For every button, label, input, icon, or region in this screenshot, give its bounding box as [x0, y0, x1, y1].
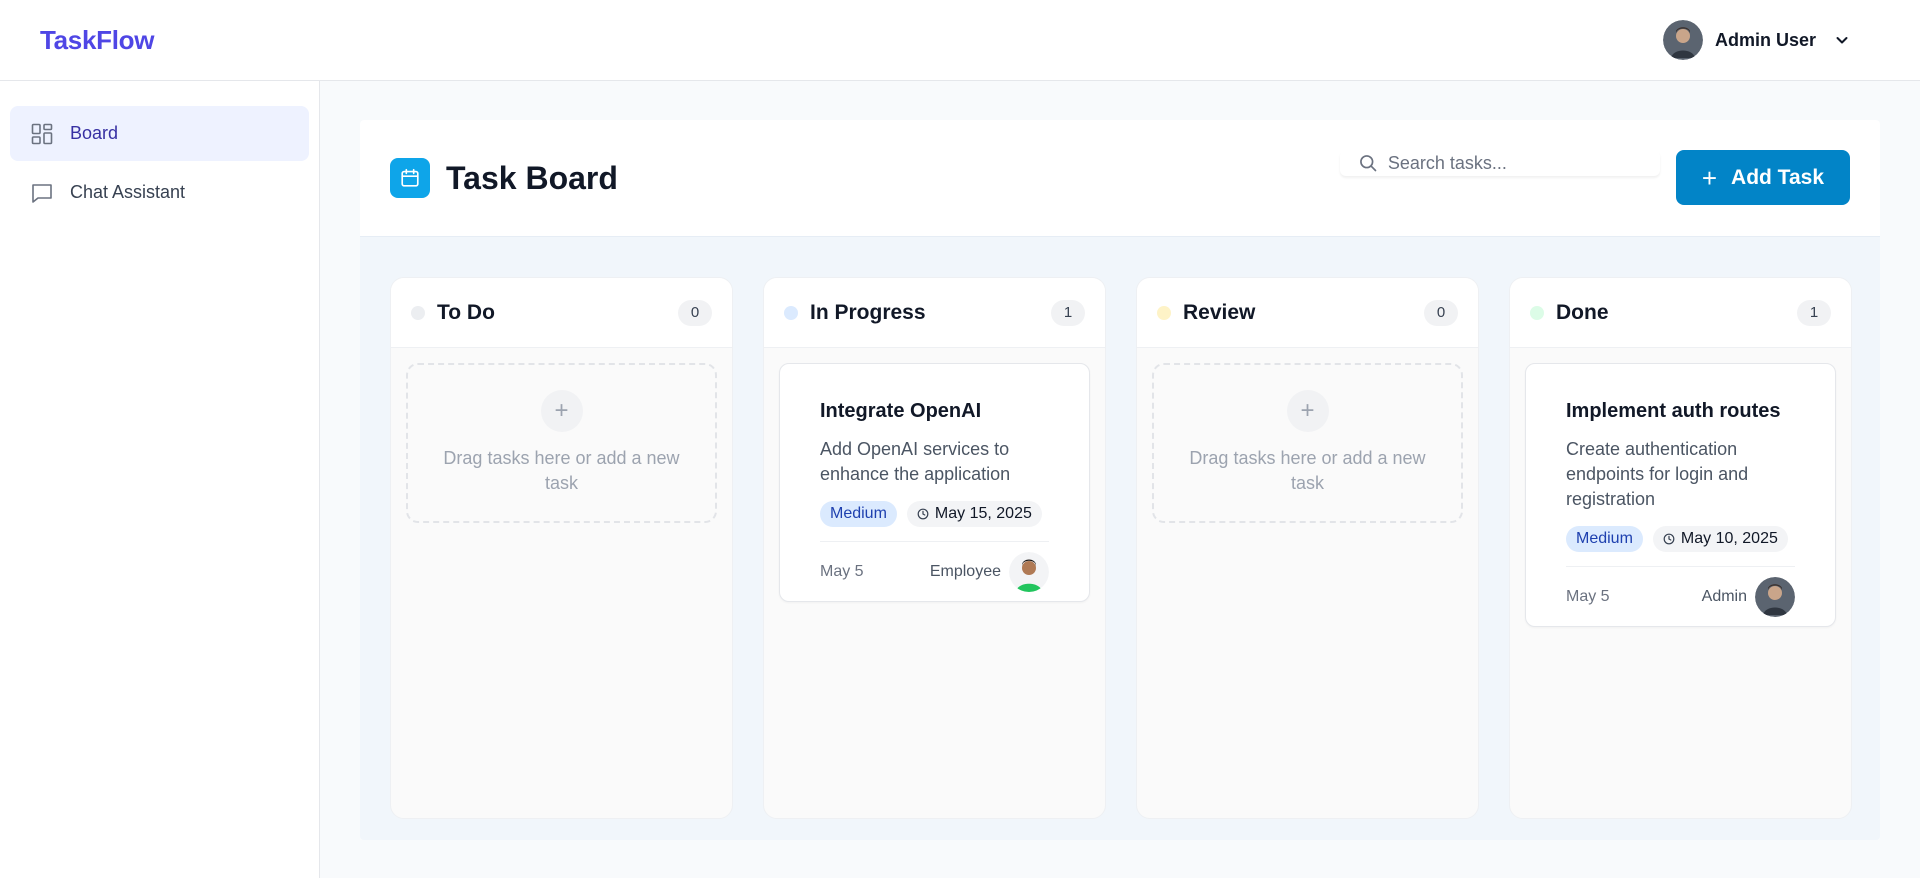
- sidebar-item-chat-assistant[interactable]: Chat Assistant: [10, 165, 309, 220]
- empty-dropzone[interactable]: + Drag tasks here or add a new task: [1152, 363, 1463, 523]
- created-date: May 5: [1566, 587, 1610, 605]
- column-title: Done: [1556, 300, 1609, 324]
- board-actions: + Add Task: [1339, 150, 1850, 206]
- status-dot: [1157, 305, 1171, 320]
- task-footer: May 5 Admin: [1566, 566, 1795, 626]
- assignee: Admin: [1701, 576, 1795, 617]
- due-date: May 15, 2025: [934, 505, 1032, 522]
- assignee-avatar: [1009, 551, 1049, 592]
- board-columns: To Do 0 + Drag tasks here or add a new t…: [390, 277, 1852, 819]
- column-body: + Drag tasks here or add a new task: [1137, 348, 1478, 538]
- sidebar-item-label: Board: [70, 123, 119, 143]
- column-header: To Do 0: [391, 278, 732, 348]
- column-header: Done 1: [1510, 278, 1851, 348]
- column-body: + Drag tasks here or add a new task: [391, 348, 732, 538]
- column-header: In Progress 1: [764, 278, 1105, 348]
- calendar-icon: [390, 158, 430, 198]
- user-menu[interactable]: Admin User: [1662, 20, 1850, 60]
- user-name: Admin User: [1714, 29, 1816, 50]
- assignee: Employee: [929, 551, 1049, 592]
- search-box[interactable]: [1339, 150, 1660, 176]
- due-date-badge: May 15, 2025: [906, 501, 1042, 527]
- column-count-badge: 1: [1051, 299, 1085, 326]
- column-in-progress[interactable]: In Progress 1 Integrate OpenAI Add OpenA…: [763, 277, 1106, 819]
- task-board-panel: Task Board + Add Task To Do 0: [360, 120, 1880, 840]
- board-header: Task Board + Add Task: [360, 120, 1880, 237]
- clock-icon: [1663, 533, 1675, 545]
- sidebar-item-label: Chat Assistant: [70, 182, 186, 202]
- sidebar-item-board[interactable]: Board: [10, 106, 309, 161]
- priority-badge: Medium: [820, 501, 897, 527]
- dropzone-text: Drag tasks here or add a new task: [443, 448, 680, 493]
- clock-icon: [917, 508, 929, 520]
- plus-icon: +: [1701, 162, 1718, 193]
- assignee-name: Employee: [929, 562, 1001, 580]
- user-avatar: [1662, 20, 1703, 60]
- chat-icon: [32, 183, 52, 203]
- status-dot: [411, 305, 425, 320]
- column-count-badge: 0: [1424, 299, 1458, 326]
- task-description: Create authentication endpoints for logi…: [1566, 439, 1749, 509]
- task-footer: May 5 Employee: [820, 541, 1049, 601]
- search-icon: [1359, 155, 1377, 172]
- assignee-name: Admin: [1701, 587, 1747, 605]
- add-task-button[interactable]: + Add Task: [1675, 150, 1850, 205]
- task-description: Add OpenAI services to enhance the appli…: [820, 439, 1011, 484]
- chevron-down-icon: [1836, 37, 1848, 44]
- column-count-badge: 0: [678, 299, 712, 326]
- sidebar: Board Chat Assistant: [0, 81, 320, 878]
- priority-badge: Medium: [1566, 526, 1643, 552]
- title-group: Task Board: [390, 158, 618, 198]
- due-date: May 10, 2025: [1680, 530, 1778, 547]
- plus-icon[interactable]: +: [1286, 390, 1329, 432]
- add-task-label: Add Task: [1731, 165, 1824, 189]
- task-card[interactable]: Integrate OpenAI Add OpenAI services to …: [779, 363, 1090, 602]
- task-card[interactable]: Implement auth routes Create authenticat…: [1525, 363, 1836, 627]
- grid-icon: [31, 123, 53, 144]
- brand-logo[interactable]: TaskFlow: [40, 25, 154, 56]
- column-title: Review: [1183, 300, 1256, 324]
- search-input[interactable]: [1387, 152, 1642, 174]
- column-title: To Do: [437, 300, 495, 324]
- column-review[interactable]: Review 0 + Drag tasks here or add a new …: [1136, 277, 1479, 819]
- task-title: Integrate OpenAI: [820, 400, 982, 422]
- created-date: May 5: [820, 562, 864, 580]
- column-header: Review 0: [1137, 278, 1478, 348]
- column-todo[interactable]: To Do 0 + Drag tasks here or add a new t…: [390, 277, 733, 819]
- status-dot: [1530, 305, 1544, 320]
- top-header: TaskFlow Admin User: [0, 0, 1920, 81]
- dropzone-text: Drag tasks here or add a new task: [1189, 448, 1426, 493]
- task-tags: Medium May 10, 2025: [1566, 526, 1795, 552]
- status-dot: [784, 305, 798, 320]
- column-body: Implement auth routes Create authenticat…: [1510, 348, 1851, 642]
- empty-dropzone[interactable]: + Drag tasks here or add a new task: [406, 363, 717, 523]
- column-count-badge: 1: [1797, 299, 1831, 326]
- column-body: Integrate OpenAI Add OpenAI services to …: [764, 348, 1105, 617]
- task-title: Implement auth routes: [1566, 400, 1781, 422]
- page-title: Task Board: [446, 159, 618, 196]
- due-date-badge: May 10, 2025: [1652, 526, 1788, 552]
- task-tags: Medium May 15, 2025: [820, 501, 1049, 527]
- assignee-avatar: [1755, 576, 1795, 617]
- plus-icon[interactable]: +: [540, 390, 583, 432]
- column-done[interactable]: Done 1 Implement auth routes Create auth…: [1509, 277, 1852, 819]
- column-title: In Progress: [810, 300, 926, 324]
